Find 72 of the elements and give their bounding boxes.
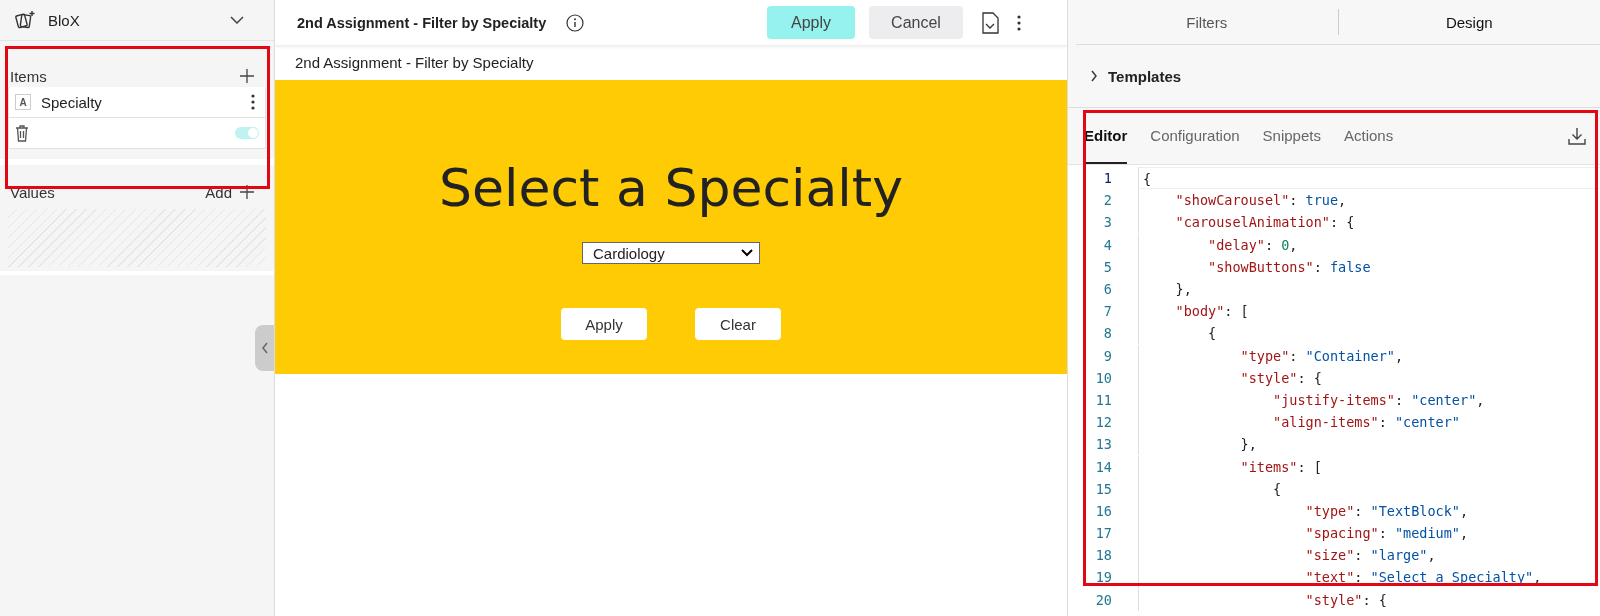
specialty-dropdown[interactable]: Cardiology (582, 242, 760, 264)
page-title: 2nd Assignment - Filter by Specialty (297, 14, 547, 31)
download-icon[interactable] (1568, 127, 1586, 145)
code-line: "carouselAnimation": { (1138, 211, 1600, 234)
line-number: 4 (1102, 236, 1113, 253)
list-item[interactable]: A Specialty (8, 87, 266, 118)
code-line: "align-items": "center" (1138, 411, 1600, 434)
code-line: "style": { (1138, 588, 1600, 611)
editor-tab[interactable]: Actions (1343, 108, 1394, 164)
code-line: "justify-items": "center", (1138, 388, 1600, 411)
code-line: "spacing": "medium", (1138, 522, 1600, 545)
code-line: { (1138, 322, 1600, 345)
more-icon[interactable] (251, 94, 255, 110)
code-line: "type": "Container", (1138, 344, 1600, 367)
code-line: }, (1138, 278, 1600, 301)
line-number: 9 (1102, 347, 1113, 364)
cancel-button[interactable]: Cancel (869, 6, 963, 39)
line-number: 7 (1102, 303, 1113, 320)
info-icon[interactable] (566, 13, 585, 32)
code-line: }, (1138, 433, 1600, 456)
toggle-switch[interactable] (235, 127, 259, 139)
line-number: 19 (1094, 569, 1113, 586)
chevron-right-icon (1090, 70, 1098, 82)
trash-icon[interactable] (15, 124, 29, 142)
line-number: 5 (1102, 258, 1113, 275)
panel-tab[interactable]: Filters (1076, 13, 1338, 31)
code-line: "body": [ (1138, 300, 1600, 323)
editor-tab[interactable]: Snippets (1262, 108, 1321, 164)
line-number: 17 (1094, 525, 1113, 542)
report-caption: 2nd Assignment - Filter by Specialty (294, 53, 535, 73)
code-line: "showButtons": false (1138, 255, 1600, 278)
text-type-badge: A (15, 94, 31, 110)
line-number: 15 (1094, 480, 1113, 497)
chevron-down-icon (741, 249, 753, 257)
line-number: 18 (1094, 547, 1113, 564)
card-heading: Select a Specialty (439, 158, 903, 218)
code-editor[interactable] (1068, 165, 1600, 616)
code-line: "size": "large", (1138, 544, 1600, 567)
add-icon[interactable] (240, 69, 254, 83)
code-line: "type": "TextBlock", (1138, 499, 1600, 522)
line-number: 6 (1102, 281, 1113, 298)
panel-tab[interactable]: Design (1338, 13, 1600, 31)
line-number: 16 (1094, 502, 1113, 519)
line-number: 11 (1094, 391, 1113, 408)
code-line: "delay": 0, (1138, 233, 1600, 256)
apply-button[interactable]: Apply (561, 308, 647, 340)
editor-tab[interactable]: Configuration (1150, 108, 1240, 164)
templates-expander[interactable]: Templates (1068, 45, 1600, 108)
line-number: 20 (1094, 591, 1113, 608)
chevron-down-icon[interactable] (230, 16, 244, 24)
line-number: 8 (1102, 325, 1113, 342)
line-number: 14 (1094, 458, 1113, 475)
line-number: 10 (1094, 369, 1113, 386)
line-number: 3 (1102, 214, 1113, 231)
apply-button[interactable]: Apply (767, 6, 855, 39)
line-number: 13 (1094, 436, 1113, 453)
code-line: { (1138, 167, 1600, 190)
code-line: { (1138, 477, 1600, 500)
code-line: "style": { (1138, 366, 1600, 389)
code-line: "items": [ (1138, 455, 1600, 478)
line-number: 1 (1102, 170, 1113, 187)
collapse-handle[interactable] (255, 325, 274, 371)
clear-button[interactable]: Clear (695, 308, 781, 340)
app-name: BloX (48, 11, 80, 29)
more-icon[interactable] (1017, 14, 1021, 31)
section-title: Items (10, 67, 47, 85)
line-number: 2 (1102, 192, 1113, 209)
code-line: "showCarousel": true, (1138, 189, 1600, 212)
line-number: 12 (1094, 414, 1113, 431)
add-icon[interactable] (240, 185, 254, 199)
cards-sparkle-icon (14, 10, 36, 30)
document-check-icon[interactable] (981, 11, 999, 34)
